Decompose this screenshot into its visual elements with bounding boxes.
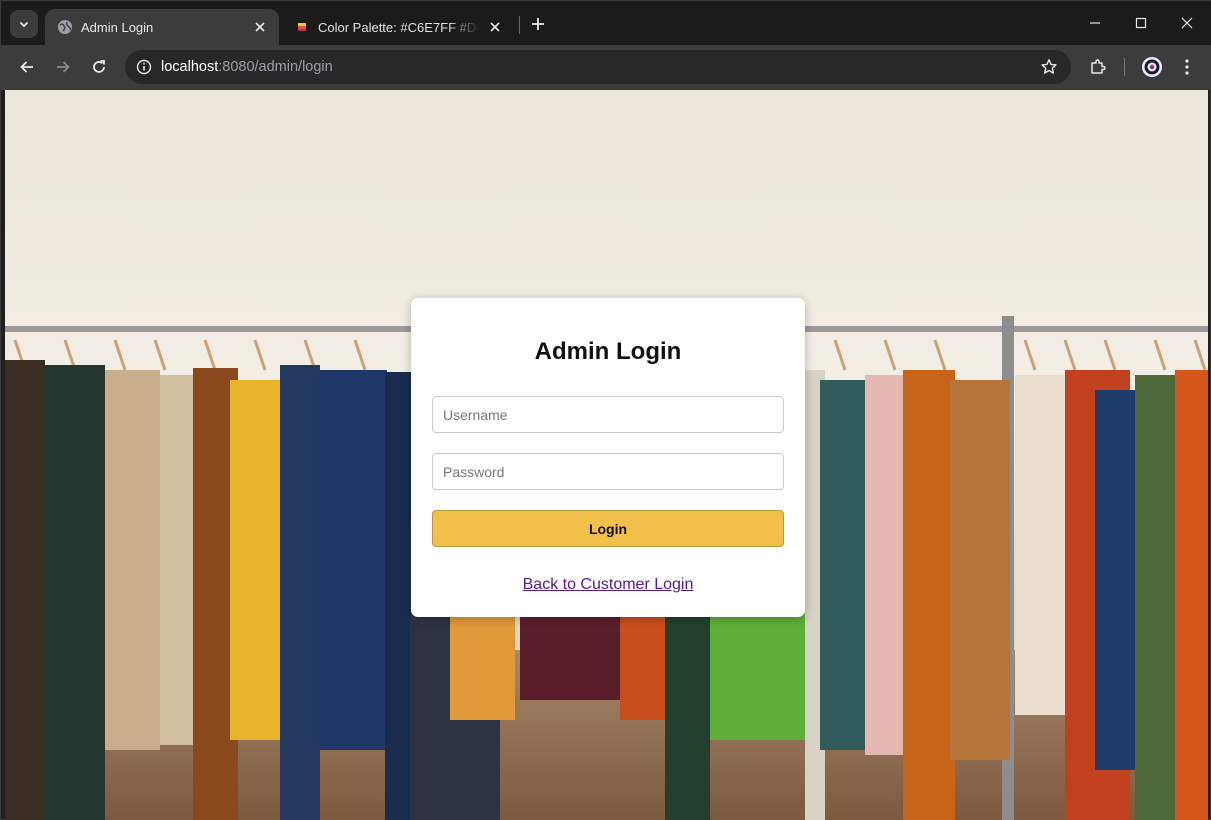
palette-favicon <box>298 23 306 31</box>
back-to-customer-login-link[interactable]: Back to Customer Login <box>411 576 805 594</box>
back-button[interactable] <box>13 53 41 81</box>
tab-close-button[interactable] <box>251 18 269 36</box>
bookmark-button[interactable] <box>1039 57 1059 77</box>
browser-toolbar: localhost:8080/admin/login <box>1 45 1211 90</box>
tab-close-button[interactable] <box>486 18 504 36</box>
url-text: localhost:8080/admin/login <box>161 59 333 75</box>
star-icon <box>1041 59 1057 74</box>
tab-admin-login[interactable]: Admin Login <box>45 9 279 45</box>
menu-dots-icon <box>1185 59 1189 75</box>
tab-title: Color Palette: #C6E7FF #D4F6FF <box>318 19 480 35</box>
password-input[interactable] <box>432 453 784 490</box>
extensions-button[interactable] <box>1084 53 1112 81</box>
profile-button[interactable] <box>1138 53 1166 81</box>
forward-button[interactable] <box>49 53 77 81</box>
toolbar-separator <box>1124 58 1125 76</box>
browser-window: Admin Login Color Palette: #C6E7FF #D4F6… <box>0 0 1211 820</box>
close-window-button[interactable] <box>1164 9 1210 37</box>
maximize-button[interactable] <box>1118 9 1164 37</box>
forward-arrow-icon <box>57 61 70 73</box>
minimize-button[interactable] <box>1072 9 1118 37</box>
menu-button[interactable] <box>1173 53 1201 81</box>
new-tab-button[interactable] <box>526 12 550 36</box>
tab-strip: Admin Login Color Palette: #C6E7FF #D4F6… <box>1 1 1211 45</box>
page-viewport: Admin Login Login Back to Customer Login <box>5 90 1208 820</box>
admin-login-card: Admin Login Login Back to Customer Login <box>411 298 805 617</box>
close-icon <box>1181 17 1193 29</box>
tab-search-button[interactable] <box>10 10 38 38</box>
url-host: localhost <box>161 59 219 75</box>
tab-title: Admin Login <box>81 19 154 35</box>
address-bar[interactable]: localhost:8080/admin/login <box>125 50 1071 84</box>
extensions-icon <box>1091 59 1106 74</box>
maximize-icon <box>1135 17 1147 29</box>
chevron-down-icon <box>19 21 29 28</box>
globe-icon <box>58 20 72 34</box>
tab-color-palette[interactable]: Color Palette: #C6E7FF #D4F6FF <box>282 9 514 45</box>
login-button[interactable]: Login <box>432 510 784 547</box>
username-input[interactable] <box>432 396 784 433</box>
plus-icon <box>532 18 544 30</box>
close-icon <box>255 22 265 32</box>
reload-button[interactable] <box>85 53 113 81</box>
back-arrow-icon <box>20 61 33 73</box>
reload-icon <box>93 60 105 73</box>
info-icon <box>136 59 152 75</box>
page-title: Admin Login <box>534 338 682 365</box>
close-icon <box>490 22 500 32</box>
tab-separator <box>519 16 520 34</box>
url-path: :8080/admin/login <box>218 59 333 75</box>
site-info-button[interactable] <box>127 50 161 84</box>
minimize-icon <box>1090 22 1100 24</box>
profile-icon <box>1142 57 1162 77</box>
